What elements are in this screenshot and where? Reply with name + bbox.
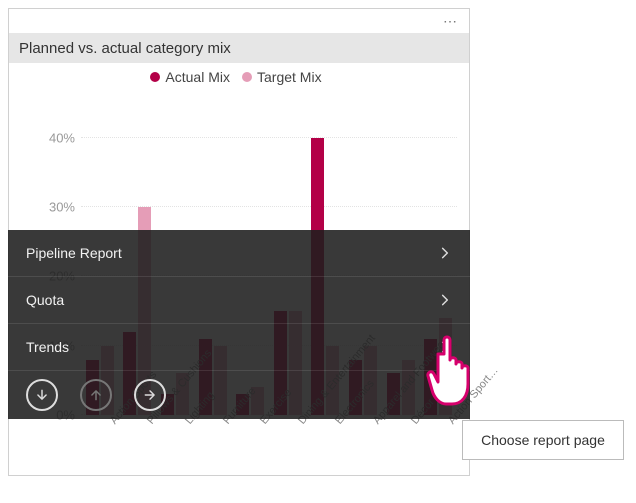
page-picker-item-label: Quota — [26, 292, 64, 308]
page-picker-item-label: Trends — [26, 339, 69, 355]
chart-x-tick-label: Furniture — [221, 419, 267, 458]
legend-swatch-target — [242, 72, 252, 82]
chevron-right-icon — [438, 246, 452, 260]
choose-report-page-tooltip: Choose report page — [462, 420, 624, 460]
page-picker-item[interactable]: Trends — [8, 324, 470, 371]
arrow-down-circle-icon[interactable] — [26, 379, 58, 411]
legend-label-actual: Actual Mix — [165, 69, 230, 85]
chart-x-tick-label: Action Sports — [108, 419, 154, 458]
page-picker-item-label: Pipeline Report — [26, 245, 122, 261]
page-picker-actions — [8, 371, 470, 419]
chart-x-tick-label: Dining & Entertainment — [296, 419, 342, 458]
arrow-up-circle-icon[interactable] — [80, 379, 112, 411]
page-picker-item[interactable]: Pipeline Report — [8, 230, 470, 277]
tile-header: ⋯ — [9, 9, 469, 33]
tile-title: Planned vs. actual category mix — [19, 40, 231, 57]
chevron-right-icon — [438, 293, 452, 307]
page-picker-panel: Pipeline Report Quota Trends — [8, 230, 470, 419]
legend-entry-target: Target Mix — [242, 69, 322, 85]
chart-x-tick-label: Electronics — [333, 419, 379, 458]
arrow-right-circle-icon[interactable] — [134, 379, 166, 411]
legend-label-target: Target Mix — [257, 69, 322, 85]
page-picker-item[interactable]: Quota — [8, 277, 470, 324]
chart-x-tick-label: Apparel and Footwear — [371, 419, 417, 458]
chart-y-tick-label: 40% — [35, 130, 75, 145]
chart-x-labels: Action SportsPillows & CushionsLightingF… — [81, 415, 457, 475]
chart-x-tick-label: Lighting — [183, 419, 229, 458]
chart-y-tick-label: 30% — [35, 200, 75, 215]
chart-legend: Actual Mix Target Mix — [9, 63, 469, 85]
tooltip-text: Choose report page — [481, 432, 605, 448]
chart-x-tick-label: Décor — [409, 419, 455, 458]
chart-x-tick-label: Exercise — [258, 419, 304, 458]
more-options-icon[interactable]: ⋯ — [443, 13, 459, 30]
tile-title-bar: Planned vs. actual category mix — [9, 33, 469, 63]
legend-entry-actual: Actual Mix — [150, 69, 230, 85]
legend-swatch-actual — [150, 72, 160, 82]
chart-x-tick-label: Pillows & Cushions — [145, 419, 191, 458]
pointer-hand-icon — [422, 330, 478, 410]
